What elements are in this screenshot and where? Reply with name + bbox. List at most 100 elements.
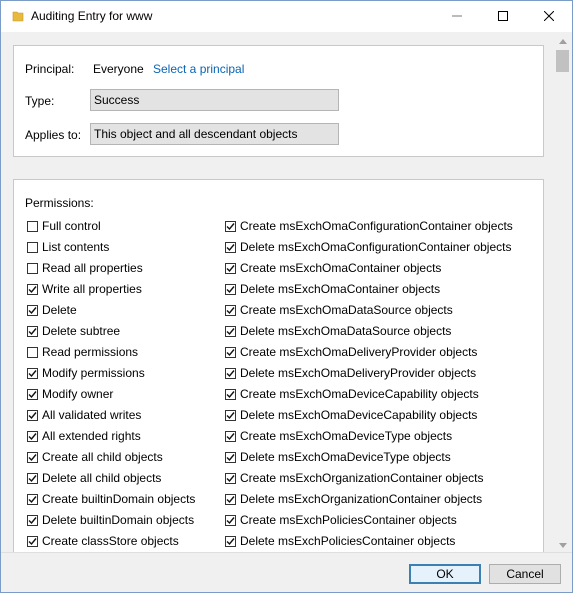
permission-label: Read permissions [42, 345, 139, 359]
permission-checkbox[interactable] [225, 346, 236, 358]
permission-checkbox-item[interactable]: Modify permissions [27, 365, 145, 381]
permission-checkbox-item[interactable]: Create msExchPoliciesContainer objects [225, 512, 457, 528]
permission-checkbox-item[interactable]: Delete msExchOmaDataSource objects [225, 323, 451, 339]
permission-checkbox[interactable] [225, 220, 236, 232]
permission-checkbox[interactable] [27, 262, 38, 274]
permission-checkbox[interactable] [225, 367, 236, 379]
permission-checkbox[interactable] [225, 388, 236, 400]
permission-checkbox-item[interactable]: Create msExchOmaDeviceCapability objects [225, 386, 479, 402]
scroll-thumb[interactable] [556, 50, 569, 72]
permission-checkbox-item[interactable]: Modify owner [27, 386, 113, 402]
permission-checkbox[interactable] [27, 241, 38, 253]
permission-checkbox-item[interactable]: List contents [27, 239, 109, 255]
entry-details-panel: Principal: Everyone Select a principal T… [13, 45, 544, 157]
permission-checkbox[interactable] [225, 409, 236, 421]
permission-label: Delete msExchOmaDeviceCapability objects [240, 408, 478, 422]
permission-checkbox-item[interactable]: Delete msExchOmaDeviceType objects [225, 449, 451, 465]
permission-label: Create msExchOrganizationContainer objec… [240, 471, 484, 485]
permission-checkbox[interactable] [27, 346, 38, 358]
permission-checkbox[interactable] [27, 493, 38, 505]
permission-checkbox[interactable] [225, 430, 236, 442]
principal-value: Everyone [93, 62, 144, 76]
permission-checkbox[interactable] [27, 283, 38, 295]
principal-label: Principal: [25, 62, 75, 76]
permission-checkbox-item[interactable]: Full control [27, 218, 101, 234]
type-field[interactable]: Success [90, 89, 339, 111]
permission-checkbox[interactable] [225, 535, 236, 547]
permission-checkbox-item[interactable]: Create classStore objects [27, 533, 179, 549]
permission-checkbox[interactable] [27, 535, 38, 547]
permission-label: Full control [42, 219, 101, 233]
permission-checkbox[interactable] [225, 493, 236, 505]
permission-checkbox-item[interactable]: Read all properties [27, 260, 143, 276]
permission-checkbox-item[interactable]: Create all child objects [27, 449, 163, 465]
minimize-button[interactable] [434, 1, 480, 32]
permission-checkbox[interactable] [27, 514, 38, 526]
permission-checkbox-item[interactable]: Create builtinDomain objects [27, 491, 195, 507]
permission-label: Create msExchOmaDataSource objects [240, 303, 453, 317]
permission-checkbox[interactable] [27, 367, 38, 379]
permission-checkbox-item[interactable]: Create msExchOmaDeliveryProvider objects [225, 344, 477, 360]
permission-label: Delete msExchOmaContainer objects [240, 282, 441, 296]
permission-checkbox[interactable] [225, 451, 236, 463]
permission-checkbox-item[interactable]: Delete all child objects [27, 470, 161, 486]
checkmark-icon [28, 369, 37, 377]
permission-checkbox-item[interactable]: Create msExchOmaDeviceType objects [225, 428, 452, 444]
permission-checkbox[interactable] [27, 409, 38, 421]
permission-checkbox[interactable] [225, 472, 236, 484]
permission-label: Create msExchOmaDeviceType objects [240, 429, 453, 443]
checkmark-icon [226, 327, 235, 335]
permission-checkbox-item[interactable]: Write all properties [27, 281, 142, 297]
vertical-scrollbar[interactable] [554, 32, 571, 552]
checkmark-icon [226, 306, 235, 314]
permission-checkbox[interactable] [27, 451, 38, 463]
applies-to-field[interactable]: This object and all descendant objects [90, 123, 339, 145]
cancel-button[interactable]: Cancel [489, 564, 561, 584]
permission-checkbox-item[interactable]: Delete msExchOmaDeviceCapability objects [225, 407, 477, 423]
maximize-button[interactable] [480, 1, 526, 32]
auditing-entry-window: Auditing Entry for www Principal: Everyo… [0, 0, 573, 593]
checkmark-icon [28, 411, 37, 419]
permission-checkbox-item[interactable]: Delete msExchPoliciesContainer objects [225, 533, 455, 549]
close-button[interactable] [526, 1, 572, 32]
permission-checkbox-item[interactable]: Delete subtree [27, 323, 120, 339]
permission-checkbox-item[interactable]: Create msExchOmaConfigurationContainer o… [225, 218, 513, 234]
checkmark-icon [226, 285, 235, 293]
permission-checkbox[interactable] [27, 304, 38, 316]
permission-checkbox-item[interactable]: Create msExchOmaContainer objects [225, 260, 441, 276]
permission-checkbox[interactable] [225, 241, 236, 253]
permission-checkbox[interactable] [225, 514, 236, 526]
permission-checkbox[interactable] [27, 430, 38, 442]
permission-label: Modify owner [42, 387, 114, 401]
permission-checkbox[interactable] [27, 472, 38, 484]
permission-checkbox-item[interactable]: All extended rights [27, 428, 141, 444]
permission-label: Delete msExchOrganizationContainer objec… [240, 492, 483, 506]
permission-checkbox-item[interactable]: Delete msExchOmaDeliveryProvider objects [225, 365, 476, 381]
window-title: Auditing Entry for www [31, 9, 153, 23]
permission-checkbox[interactable] [27, 388, 38, 400]
permission-label: Create msExchPoliciesContainer objects [240, 513, 457, 527]
permission-checkbox-item[interactable]: Delete msExchOmaContainer objects [225, 281, 440, 297]
permission-checkbox[interactable] [27, 325, 38, 337]
permission-checkbox-item[interactable]: All validated writes [27, 407, 141, 423]
scroll-down-button[interactable] [554, 536, 571, 552]
permission-label: Read all properties [42, 261, 143, 275]
permission-checkbox-item[interactable]: Read permissions [27, 344, 138, 360]
permission-checkbox[interactable] [225, 262, 236, 274]
permission-checkbox-item[interactable]: Delete [27, 302, 77, 318]
permission-label: Create msExchOmaDeliveryProvider objects [240, 345, 478, 359]
permission-checkbox-item[interactable]: Delete builtinDomain objects [27, 512, 194, 528]
permission-checkbox-item[interactable]: Create msExchOrganizationContainer objec… [225, 470, 483, 486]
ok-button[interactable]: OK [409, 564, 481, 584]
permission-checkbox-item[interactable]: Delete msExchOmaConfigurationContainer o… [225, 239, 511, 255]
permission-checkbox[interactable] [225, 304, 236, 316]
permission-checkbox[interactable] [225, 283, 236, 295]
permission-checkbox[interactable] [27, 220, 38, 232]
checkmark-icon [28, 285, 37, 293]
select-principal-link[interactable]: Select a principal [153, 62, 244, 76]
permission-checkbox-item[interactable]: Create msExchOmaDataSource objects [225, 302, 453, 318]
permission-checkbox[interactable] [225, 325, 236, 337]
scroll-up-button[interactable] [554, 32, 571, 48]
checkmark-icon [226, 411, 235, 419]
permission-checkbox-item[interactable]: Delete msExchOrganizationContainer objec… [225, 491, 482, 507]
